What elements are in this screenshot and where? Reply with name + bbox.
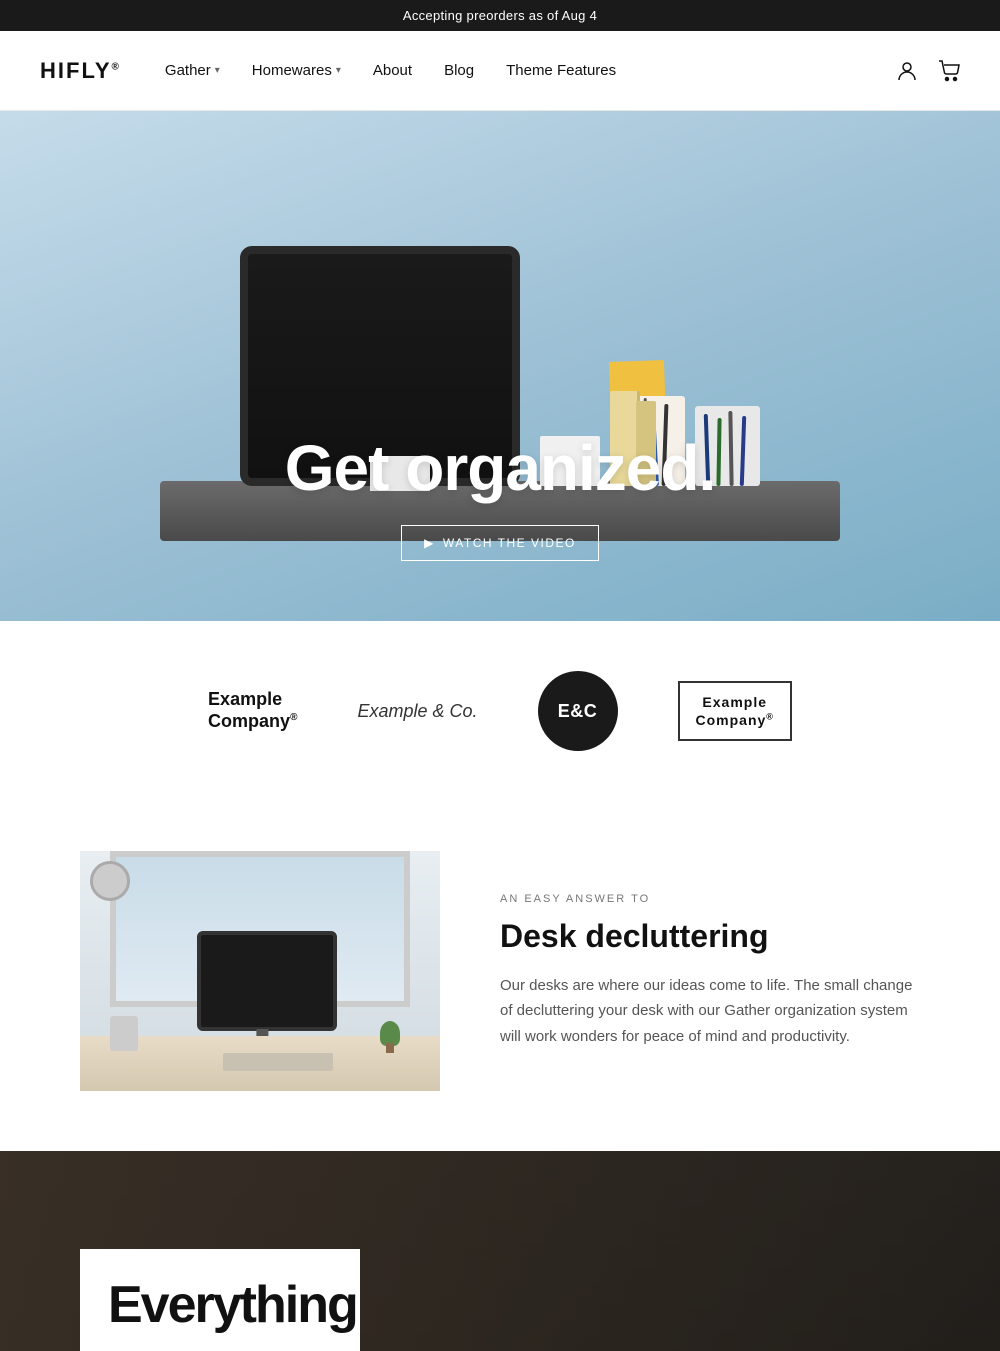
feature-content: AN EASY ANSWER TO Desk decluttering Our …	[500, 893, 920, 1050]
nav-item-theme-features[interactable]: Theme Features	[494, 54, 628, 87]
hero-content: Get organized. ▶ WATCH THE VIDEO	[0, 431, 1000, 561]
header-right	[896, 60, 960, 82]
chevron-down-icon: ▾	[215, 65, 220, 76]
header-left: HIFLY® Gather ▾ Homewares ▾ About Blog T…	[40, 54, 628, 87]
watch-video-label: WATCH THE VIDEO	[443, 536, 576, 550]
logo-item-4: ExampleCompany®	[678, 681, 792, 741]
logo-item-2: Example & Co.	[357, 701, 477, 722]
hero-section: Get organized. ▶ WATCH THE VIDEO	[0, 111, 1000, 621]
announcement-bar: Accepting preorders as of Aug 4	[0, 0, 1000, 31]
logo[interactable]: HIFLY®	[40, 58, 121, 84]
main-nav: Gather ▾ Homewares ▾ About Blog Theme Fe…	[153, 54, 628, 87]
bottom-title: Everything	[108, 1279, 332, 1331]
header: HIFLY® Gather ▾ Homewares ▾ About Blog T…	[0, 31, 1000, 111]
nav-item-gather[interactable]: Gather ▾	[153, 54, 232, 87]
bottom-card: Everything	[80, 1249, 360, 1351]
cart-icon[interactable]	[938, 60, 960, 82]
monitor	[197, 931, 337, 1031]
feature-title: Desk decluttering	[500, 917, 920, 955]
nav-item-homewares[interactable]: Homewares ▾	[240, 54, 353, 87]
feature-image	[80, 851, 440, 1091]
feature-section: AN EASY ANSWER TO Desk decluttering Our …	[0, 801, 1000, 1151]
announcement-text: Accepting preorders as of Aug 4	[403, 8, 597, 23]
feature-description: Our desks are where our ideas come to li…	[500, 973, 920, 1050]
watch-video-button[interactable]: ▶ WATCH THE VIDEO	[401, 525, 599, 561]
desk-scene	[80, 851, 440, 1091]
account-icon[interactable]	[896, 60, 918, 82]
bottom-section: Everything	[0, 1151, 1000, 1351]
feature-label: AN EASY ANSWER TO	[500, 893, 920, 905]
chevron-down-icon: ▾	[336, 65, 341, 76]
play-icon: ▶	[424, 536, 435, 550]
hero-title: Get organized.	[0, 431, 1000, 505]
nav-item-blog[interactable]: Blog	[432, 54, 486, 87]
nav-item-about[interactable]: About	[361, 54, 424, 87]
logo-item-3: E&C	[538, 671, 618, 751]
clock	[90, 861, 130, 901]
logo-strip: Example Company® Example & Co. E&C Examp…	[0, 621, 1000, 801]
logo-item-1: Example Company®	[208, 689, 297, 732]
